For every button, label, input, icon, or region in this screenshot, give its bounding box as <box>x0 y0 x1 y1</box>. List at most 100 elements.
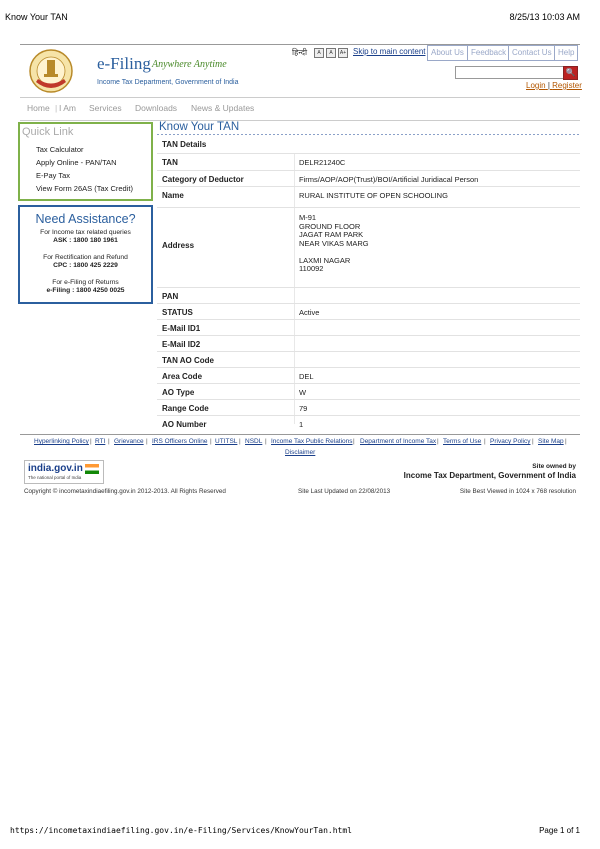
auth-separator: | <box>547 81 550 90</box>
emblem-icon <box>29 49 73 93</box>
copyright: Copyright © incometaxindiaefiling.gov.in… <box>24 488 226 495</box>
quick-link-tax-calculator[interactable]: Tax Calculator <box>36 145 84 154</box>
address-value: M-91 GROUND FLOOR JAGAT RAM PARK NEAR VI… <box>299 213 369 274</box>
row-label: E-Mail ID1 <box>162 324 201 333</box>
search-button[interactable]: 🔍 <box>563 66 578 80</box>
font-normal-button[interactable]: A <box>326 48 336 58</box>
india-gov-sub: The national portal of India <box>28 475 82 480</box>
print-url: https://incometaxindiaefiling.gov.in/e-F… <box>10 826 352 835</box>
footer-links: Hyperlinking Policy | RTI | Grievance | … <box>20 434 580 456</box>
assistance-title: Need Assistance? <box>35 212 136 226</box>
footer-separator: | <box>565 438 567 445</box>
footer-link-rti[interactable]: RTI <box>95 438 105 445</box>
footer-link-disclaimer[interactable]: Disclaimer <box>285 449 315 456</box>
footer-link-sitemap[interactable]: Site Map <box>538 438 564 445</box>
footer-separator: | <box>532 438 534 445</box>
assistance-cpc-number: CPC : 1800 425 2229 <box>53 262 118 269</box>
footer-link-utitsl[interactable]: UTITSL <box>215 438 237 445</box>
quick-link-apply-pan-tan[interactable]: Apply Online - PAN/TAN <box>36 158 117 167</box>
footer-separator: | <box>90 438 92 445</box>
best-viewed: Site Best Viewed in 1024 x 768 resolutio… <box>459 488 576 495</box>
font-large-button[interactable]: A+ <box>338 48 348 58</box>
tab-contact-us[interactable]: Contact Us <box>508 45 556 61</box>
quick-link-form-26as[interactable]: View Form 26AS (Tax Credit) <box>36 184 133 193</box>
table-row: TAN DELR21240C <box>157 154 580 171</box>
footer-separator: | <box>146 438 148 445</box>
row-label: TAN <box>162 158 178 167</box>
flag-icon <box>85 464 99 474</box>
auth-links: Login | Register <box>526 81 582 90</box>
row-label: TAN AO Code <box>162 356 214 365</box>
search-input[interactable] <box>455 66 565 79</box>
table-row: Address M-91 GROUND FLOOR JAGAT RAM PARK… <box>157 208 580 288</box>
assistance-line-5: For e-Filing of Returns <box>52 279 119 286</box>
site-logo[interactable]: e-Filing Anywhere Anytime Income Tax Dep… <box>20 46 240 93</box>
footer-link-hyperlinking[interactable]: Hyperlinking Policy <box>34 438 89 445</box>
hindi-link[interactable]: हिन्दी <box>292 47 307 58</box>
footer-link-terms[interactable]: Terms of Use <box>443 438 481 445</box>
address-line: NEAR VIKAS MARG <box>299 238 369 248</box>
india-gov-logo[interactable]: india.gov.in The national portal of Indi… <box>24 460 104 484</box>
search-icon: 🔍 <box>565 68 576 77</box>
assistance-ask-number: ASK : 1800 180 1961 <box>53 237 118 244</box>
nav-i-am[interactable]: I Am <box>59 103 76 113</box>
footer-link-nsdl[interactable]: NSDL <box>245 438 262 445</box>
tab-about-us[interactable]: About Us <box>427 45 468 61</box>
footer-link-irs-officers[interactable]: IRS Officers Online <box>152 438 208 445</box>
nav-separator: | <box>55 103 58 113</box>
table-row: TAN AO Code <box>157 352 580 368</box>
row-label: E-Mail ID2 <box>162 340 201 349</box>
footer-separator: | <box>437 438 439 445</box>
row-label: Range Code <box>162 404 209 413</box>
quick-link-title: Quick Link <box>22 126 74 138</box>
table-row: AO Type W <box>157 384 580 400</box>
brand-subtitle: Income Tax Department, Government of Ind… <box>97 79 239 86</box>
row-label: AO Type <box>162 388 195 397</box>
table-row: AO Number 1 <box>157 416 580 431</box>
nav-home[interactable]: Home <box>27 103 50 113</box>
name-value: RURAL INSTITUTE OF OPEN SCHOOLING <box>299 191 448 200</box>
login-link[interactable]: Login <box>526 81 546 90</box>
row-label: Address <box>162 241 195 250</box>
row-label: Area Code <box>162 372 203 381</box>
footer-separator: | <box>265 438 267 445</box>
row-label: PAN <box>162 292 179 301</box>
print-title: Know Your TAN <box>5 12 68 22</box>
print-datetime: 8/25/13 10:03 AM <box>509 12 580 22</box>
nav-downloads[interactable]: Downloads <box>135 103 177 113</box>
table-row: E-Mail ID2 <box>157 336 580 352</box>
footer-link-department[interactable]: Department of Income Tax <box>360 438 436 445</box>
nav-services[interactable]: Services <box>89 103 122 113</box>
section-heading: TAN Details <box>162 140 207 149</box>
nav-news-updates[interactable]: News & Updates <box>191 103 254 113</box>
india-gov-name: india.gov.in <box>28 463 83 474</box>
quick-link-epay-tax[interactable]: E-Pay Tax <box>36 171 70 180</box>
table-row: Name RURAL INSTITUTE OF OPEN SCHOOLING <box>157 187 580 208</box>
site-owner-org: Income Tax Department, Government of Ind… <box>403 471 576 480</box>
footer-link-grievance[interactable]: Grievance <box>114 438 144 445</box>
brand-tagline: Anywhere Anytime <box>152 59 227 70</box>
ao-number-value: 1 <box>299 420 304 429</box>
footer-link-public-relations[interactable]: Income Tax Public Relations <box>271 438 353 445</box>
site-owner-label: Site owned by <box>532 463 576 470</box>
row-label: AO Number <box>162 420 207 429</box>
footer-separator: | <box>484 438 486 445</box>
last-updated: Site Last Updated on 22/08/2013 <box>298 488 391 495</box>
footer-separator: | <box>210 438 212 445</box>
status-value: Active <box>299 308 320 317</box>
assistance-box: Need Assistance? For Income tax related … <box>18 205 153 304</box>
table-row: Area Code DEL <box>157 368 580 384</box>
register-link[interactable]: Register <box>552 81 582 90</box>
assistance-efiling-number: e-Filing : 1800 4250 0025 <box>46 287 125 294</box>
tab-feedback[interactable]: Feedback <box>467 45 511 61</box>
area-code-value: DEL <box>299 372 314 381</box>
tab-help[interactable]: Help <box>554 45 579 61</box>
skip-to-content-link[interactable]: Skip to main content <box>353 47 425 56</box>
ao-type-value: W <box>299 388 307 397</box>
table-row: STATUS Active <box>157 304 580 320</box>
font-small-button[interactable]: A <box>314 48 324 58</box>
footer-link-privacy[interactable]: Privacy Policy <box>490 438 530 445</box>
row-label: Name <box>162 191 184 200</box>
address-line: 110092 <box>299 264 324 273</box>
assistance-line-1: For Income tax related queries <box>40 229 131 236</box>
